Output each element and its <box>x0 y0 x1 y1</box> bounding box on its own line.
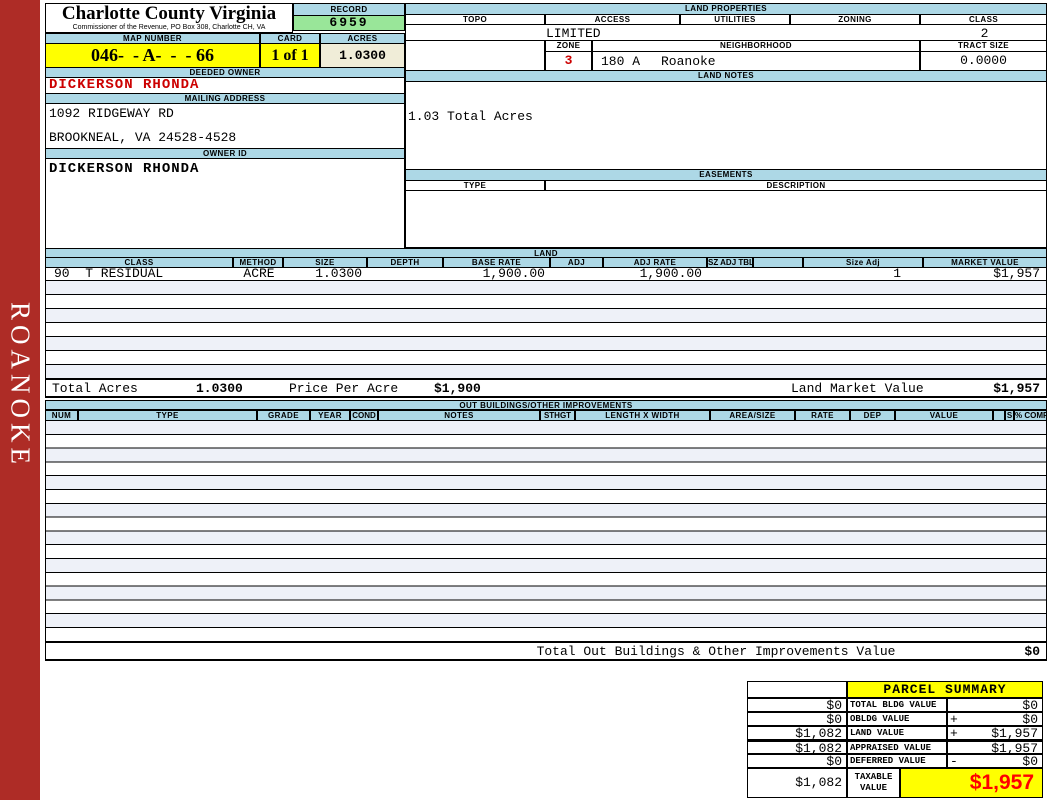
ps-amount-deferred: $0 <box>1022 754 1038 769</box>
deeded-owner-value: DICKERSON RHONDA <box>45 77 405 94</box>
ob-total-value: $0 <box>1024 644 1040 659</box>
card-value: 1 of 1 <box>260 43 320 68</box>
ob-blank-header <box>993 410 1005 421</box>
land-row-market-value: $1,957 <box>993 266 1040 281</box>
ps-value-deferred: - $0 <box>947 754 1043 768</box>
record-value: 6959 <box>293 15 405 31</box>
price-per-acre-label: Price Per Acre <box>289 381 399 396</box>
land-row-size-adj: 1 <box>893 266 901 281</box>
ps-label-appraised: APPRAISED VALUE <box>847 740 947 754</box>
ob-num-header: NUM <box>45 410 78 421</box>
land-data-row: 90 T RESIDUAL ACRE 1.0300 1,900.00 1,900… <box>45 267 1047 281</box>
ps-op-obldg: + <box>950 712 958 727</box>
ps-label-land: LAND VALUE <box>847 726 947 740</box>
county-title: Charlotte County Virginia <box>61 3 277 24</box>
sidebar-vertical-label: ROANOKE <box>5 301 36 469</box>
parcel-summary-title: PARCEL SUMMARY <box>847 681 1043 698</box>
land-totals-row: Total Acres 1.0300 Price Per Acre $1,900… <box>45 379 1047 398</box>
land-row-size: 1.0300 <box>315 266 362 281</box>
ob-sthgt-header: STHGT <box>540 410 575 421</box>
land-note-text: 1.03 Total Acres <box>408 109 533 124</box>
access-value: LIMITED <box>546 26 601 41</box>
ps-amount-obldg: $0 <box>1022 712 1038 727</box>
price-per-acre-value: $1,900 <box>434 381 481 396</box>
ps-label-deferred: DEFERRED VALUE <box>847 754 947 768</box>
ob-type-header: TYPE <box>78 410 257 421</box>
land-row-method: ACRE <box>243 266 275 281</box>
land-properties-values: LIMITED 2 <box>405 24 1047 41</box>
owner-id-value: DICKERSON RHONDA <box>45 158 405 250</box>
ps-value-land: + $1,957 <box>947 726 1043 740</box>
ps-op-deferred: - <box>950 754 958 769</box>
ob-total-label: Total Out Buildings & Other Improvements… <box>536 644 896 659</box>
ps-taxable-value: $1,957 <box>900 768 1043 798</box>
ps-value-appraised: $1,957 <box>947 740 1043 755</box>
zone-value: 3 <box>545 51 592 71</box>
ps-value-total-bldg: $0 <box>947 698 1043 712</box>
ob-rate-header: RATE <box>795 410 850 421</box>
ps-prior-appraised: $1,082 <box>747 740 847 755</box>
ps-prior-taxable: $1,082 <box>747 768 847 798</box>
land-market-value-label: Land Market Value <box>791 381 924 396</box>
land-row-class: 90 T RESIDUAL <box>54 266 164 281</box>
ps-label-total-bldg: TOTAL BLDG VALUE <box>847 698 947 712</box>
land-market-value-total: $1,957 <box>993 381 1040 396</box>
neighborhood-name: Roanoke <box>661 54 716 69</box>
class-value: 2 <box>980 26 989 41</box>
ob-value-header: VALUE <box>895 410 993 421</box>
ps-prior-obldg: $0 <box>747 712 847 726</box>
ps-amount-total-bldg: $0 <box>1022 698 1038 713</box>
acres-value: 1.0300 <box>320 43 405 68</box>
ps-label-obldg: OBLDG VALUE <box>847 712 947 726</box>
ob-grade-header: GRADE <box>257 410 310 421</box>
land-row-base-rate: 1,900.00 <box>482 266 545 281</box>
land-empty-rows <box>45 281 1047 379</box>
topo-value-box <box>405 40 545 71</box>
county-subtitle: Commissioner of the Revenue, PO Box 308,… <box>72 24 266 31</box>
easements-box <box>405 190 1047 248</box>
neighborhood-code: 180 A <box>601 54 641 69</box>
ob-area-size-header: AREA/SIZE <box>710 410 795 421</box>
total-acres-label: Total Acres <box>52 381 138 396</box>
ob-pct-comp-header: % COMP <box>1014 410 1047 421</box>
ob-dep-header: DEP <box>850 410 895 421</box>
out-buildings-total-row: Total Out Buildings & Other Improvements… <box>45 642 1047 661</box>
ps-amount-land: $1,957 <box>991 726 1038 741</box>
ob-cond-header: COND <box>350 410 378 421</box>
mailing-address-box: 1092 RIDGEWAY RD BROOKNEAL, VA 24528-452… <box>45 103 405 149</box>
ps-value-obldg: + $0 <box>947 712 1043 726</box>
out-buildings-title: OUT BUILDINGS/OTHER IMPROVEMENTS <box>45 400 1047 410</box>
neighborhood-sidebar: ROANOKE <box>0 0 40 800</box>
map-number-value: 046- - A- - - 66 <box>45 43 260 68</box>
land-notes-box: 1.03 Total Acres <box>405 81 1047 170</box>
county-header: Charlotte County Virginia Commissioner o… <box>45 3 293 33</box>
land-row-adj-rate: 1,900.00 <box>639 266 702 281</box>
ps-prior-deferred: $0 <box>747 754 847 768</box>
total-acres-value: 1.0300 <box>196 381 243 396</box>
neighborhood-value: 180 A Roanoke <box>592 51 920 71</box>
tract-size-value: 0.0000 <box>920 51 1047 71</box>
ps-op-land: + <box>950 726 958 741</box>
ob-s-header: S <box>1005 410 1014 421</box>
ob-notes-header: NOTES <box>378 410 540 421</box>
ps-header-blank-cell <box>747 681 847 698</box>
ob-length-width-header: LENGTH X WIDTH <box>575 410 710 421</box>
address-line2: BROOKNEAL, VA 24528-4528 <box>49 130 237 145</box>
ps-prior-total-bldg: $0 <box>747 698 847 712</box>
out-buildings-empty-rows <box>45 421 1047 642</box>
ob-year-header: YEAR <box>310 410 350 421</box>
address-line1: 1092 RIDGEWAY RD <box>49 106 174 121</box>
ps-label-taxable: TAXABLE VALUE <box>847 768 900 798</box>
ps-prior-land: $1,082 <box>747 726 847 740</box>
